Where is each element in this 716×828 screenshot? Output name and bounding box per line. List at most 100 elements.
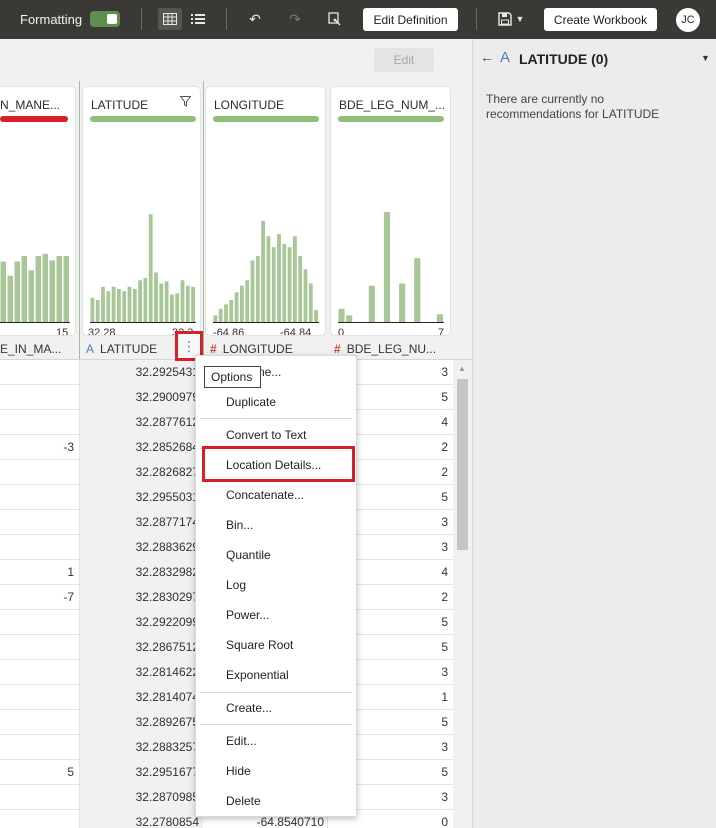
save-dropdown-chevron-icon[interactable]: ▼: [512, 8, 528, 30]
table-cell[interactable]: [0, 610, 74, 635]
histogram-bar[interactable]: [164, 281, 169, 322]
table-cell[interactable]: [0, 710, 74, 735]
histogram-bar[interactable]: [117, 289, 121, 322]
menu-item-delete[interactable]: Delete: [196, 788, 356, 814]
menu-item-bin[interactable]: Bin...: [196, 512, 356, 538]
histogram-bar[interactable]: [277, 234, 281, 322]
table-cell[interactable]: 32.2832982: [80, 560, 203, 585]
histogram-bar[interactable]: [255, 256, 260, 322]
table-cell[interactable]: [0, 535, 74, 560]
formatting-toggle[interactable]: [90, 11, 120, 27]
histogram-bar[interactable]: [56, 256, 63, 322]
histogram-bar[interactable]: [170, 294, 174, 323]
histogram-bar[interactable]: [368, 285, 375, 322]
histogram-bar[interactable]: [122, 291, 127, 322]
histogram-bar[interactable]: [436, 314, 443, 322]
histogram-bar[interactable]: [138, 280, 142, 322]
histogram-bar[interactable]: [95, 300, 100, 322]
redo-icon[interactable]: ↷: [283, 8, 307, 30]
vertical-scrollbar[interactable]: ▲: [453, 360, 472, 828]
histogram-bar[interactable]: [245, 280, 250, 322]
histogram-bar[interactable]: [185, 285, 190, 322]
histogram-bar[interactable]: [49, 260, 56, 322]
histogram-bar[interactable]: [35, 256, 42, 322]
menu-item-duplicate[interactable]: Duplicate: [196, 389, 356, 415]
histogram-bar[interactable]: [308, 283, 313, 323]
table-cell[interactable]: [0, 510, 74, 535]
filter-icon[interactable]: [180, 96, 191, 107]
table-cell[interactable]: [0, 635, 74, 660]
histogram-bar[interactable]: [154, 272, 158, 323]
table-cell[interactable]: 32.2922099: [80, 610, 203, 635]
histogram-bar[interactable]: [213, 315, 218, 322]
histogram-bar[interactable]: [7, 275, 14, 322]
table-cell[interactable]: [0, 485, 74, 510]
histogram-bar[interactable]: [229, 300, 234, 322]
histogram-bar[interactable]: [14, 261, 21, 323]
histogram-bar[interactable]: [218, 308, 223, 322]
undo-icon[interactable]: ↶: [243, 8, 267, 30]
histogram-bar[interactable]: [303, 269, 308, 322]
user-avatar[interactable]: JC: [676, 8, 700, 32]
table-cell[interactable]: -7: [0, 585, 74, 610]
column-card-bde-leg-num[interactable]: BDE_LEG_NUM_... 0 7: [331, 87, 450, 335]
table-cell[interactable]: [0, 460, 74, 485]
column-header-latitude[interactable]: A LATITUDE: [86, 341, 174, 357]
table-cell[interactable]: [0, 735, 74, 760]
histogram-bar[interactable]: [159, 283, 164, 323]
menu-item-square-root[interactable]: Square Root: [196, 632, 356, 658]
table-cell[interactable]: 32.2883257: [80, 735, 203, 760]
table-cell[interactable]: 32.2830297: [80, 585, 203, 610]
histogram-bar[interactable]: [399, 283, 406, 323]
histogram-bar[interactable]: [191, 286, 195, 322]
histogram-bar[interactable]: [414, 258, 421, 322]
menu-item-concatenate[interactable]: Concatenate...: [196, 482, 356, 508]
table-cell[interactable]: 32.2951677: [80, 760, 203, 785]
histogram-bar[interactable]: [282, 243, 287, 322]
scrollbar-thumb[interactable]: [457, 379, 468, 550]
grid-view-icon[interactable]: [158, 8, 182, 30]
histogram-bar[interactable]: [271, 247, 276, 322]
table-cell[interactable]: 32.2877612: [80, 410, 203, 435]
table-cell[interactable]: [0, 660, 74, 685]
table-cell[interactable]: 32.2892675: [80, 710, 203, 735]
table-cell[interactable]: 32.2780854: [80, 810, 203, 828]
back-arrow-icon[interactable]: ←: [480, 49, 494, 65]
table-cell[interactable]: 32.2955031: [80, 485, 203, 510]
histogram-bar[interactable]: [127, 286, 132, 322]
histogram-bar[interactable]: [0, 261, 7, 323]
menu-item-exponential[interactable]: Exponential: [196, 662, 356, 688]
list-view-icon[interactable]: [186, 8, 210, 30]
histogram-bar[interactable]: [148, 214, 153, 322]
edit-source-icon[interactable]: [323, 8, 347, 30]
histogram-bar[interactable]: [383, 212, 390, 322]
create-workbook-button[interactable]: Create Workbook: [544, 8, 657, 31]
histogram-bar[interactable]: [250, 260, 255, 322]
table-cell[interactable]: 32.2814074: [80, 685, 203, 710]
table-cell[interactable]: [0, 385, 74, 410]
table-cell[interactable]: 32.2877174: [80, 510, 203, 535]
histogram-bar[interactable]: [224, 304, 228, 322]
histogram-bar[interactable]: [293, 236, 297, 322]
histogram-bar[interactable]: [28, 270, 35, 322]
histogram-bar[interactable]: [234, 292, 239, 322]
menu-item-quantile[interactable]: Quantile: [196, 542, 356, 568]
chevron-down-icon[interactable]: ▼: [701, 53, 710, 63]
histogram-bar[interactable]: [240, 285, 244, 322]
table-cell[interactable]: 32.2900979: [80, 385, 203, 410]
histogram-bar[interactable]: [338, 308, 345, 322]
table-cell[interactable]: 32.2852684: [80, 435, 203, 460]
histogram-bar[interactable]: [143, 278, 148, 322]
histogram-bar[interactable]: [42, 253, 49, 322]
histogram-bar[interactable]: [266, 236, 271, 322]
table-cell[interactable]: -3: [0, 435, 74, 460]
histogram-bar[interactable]: [298, 256, 303, 322]
edit-button[interactable]: Edit: [374, 48, 434, 72]
table-cell[interactable]: [0, 685, 74, 710]
column-header-partial[interactable]: E_IN_MA...: [0, 341, 72, 357]
menu-item-create[interactable]: Create...: [196, 695, 356, 721]
histogram-bar[interactable]: [111, 286, 116, 322]
histogram-bar[interactable]: [21, 256, 28, 322]
histogram-bar[interactable]: [106, 291, 111, 322]
histogram-bar[interactable]: [132, 289, 137, 322]
